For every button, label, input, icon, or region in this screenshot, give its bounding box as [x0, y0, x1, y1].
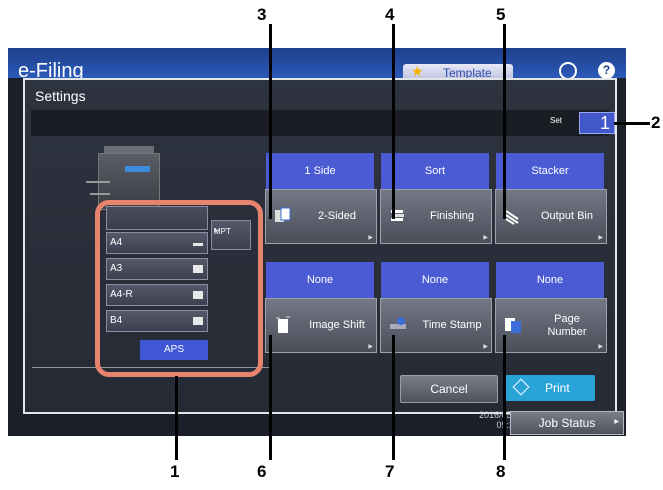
page-number-button[interactable]: Page Number ▶: [495, 298, 607, 353]
set-bar: [31, 110, 609, 136]
help-icon[interactable]: ?: [598, 62, 615, 79]
status-output-bin: Stacker: [496, 153, 604, 189]
output-bin-button[interactable]: Output Bin ▶: [495, 189, 607, 244]
expand-arrow-icon: ▶: [483, 344, 488, 350]
status-page-number: None: [496, 262, 604, 298]
finishing-button[interactable]: Finishing ▶: [380, 189, 492, 244]
copies-field[interactable]: 1: [579, 112, 615, 134]
job-status-label: Job Status: [538, 416, 596, 430]
time-stamp-label: Time Stamp: [422, 319, 482, 331]
callout-3: 3: [257, 5, 267, 24]
print-button[interactable]: Print: [505, 375, 595, 401]
callout-2: 2: [651, 113, 661, 132]
expand-arrow-icon: ▶: [368, 235, 373, 241]
callout-line: [175, 376, 178, 460]
status-duplex: 1 Side: [266, 153, 374, 189]
top-bar: e-Filing ★ Template ?: [8, 48, 626, 82]
callout-7: 7: [385, 462, 395, 481]
finishing-label: Finishing: [429, 210, 475, 222]
page-number-label: Page Number: [547, 312, 587, 338]
panel-title: Settings: [35, 88, 86, 104]
printer-tray-line: [90, 193, 110, 195]
status-image-shift: None: [266, 262, 374, 298]
image-shift-button[interactable]: Image Shift ▶: [265, 298, 377, 353]
time-stamp-icon: [390, 317, 406, 329]
callout-line: [503, 335, 506, 460]
duplex-label: 2-Sided: [318, 210, 356, 222]
job-status-button[interactable]: Job Status ▶: [510, 411, 624, 435]
cancel-button[interactable]: Cancel: [400, 375, 498, 403]
callout-8: 8: [496, 462, 506, 481]
printer-tray-line: [86, 181, 110, 183]
highlight-ring: [95, 200, 263, 377]
output-bin-label: Output Bin: [541, 210, 593, 222]
callout-line: [503, 24, 506, 219]
duplex-icon: [275, 207, 291, 222]
print-label: Print: [545, 381, 570, 395]
callout-line: [614, 122, 650, 125]
status-time-stamp: None: [381, 262, 489, 298]
expand-arrow-icon: ▶: [368, 344, 373, 350]
start-icon: [512, 378, 530, 396]
callout-5: 5: [496, 5, 506, 24]
callout-line: [392, 335, 395, 460]
duplex-button[interactable]: 2-Sided ▶: [265, 189, 377, 244]
expand-arrow-icon: ▶: [598, 235, 603, 241]
callout-line: [269, 335, 272, 460]
callout-1: 1: [170, 462, 180, 481]
status-finishing: Sort: [381, 153, 489, 189]
callout-4: 4: [385, 5, 395, 24]
page-number-icon: [505, 318, 521, 333]
image-shift-icon: [276, 316, 290, 333]
callout-6: 6: [257, 462, 267, 481]
callout-line: [392, 24, 395, 219]
expand-arrow-icon: ▶: [614, 419, 619, 425]
image-shift-label: Image Shift: [309, 319, 365, 331]
time-stamp-button[interactable]: Time Stamp ▶: [380, 298, 492, 353]
set-label: Set: [550, 116, 563, 125]
expand-arrow-icon: ▶: [598, 344, 603, 350]
callout-line: [269, 24, 272, 219]
output-bin-icon: [505, 210, 519, 225]
expand-arrow-icon: ▶: [483, 235, 488, 241]
